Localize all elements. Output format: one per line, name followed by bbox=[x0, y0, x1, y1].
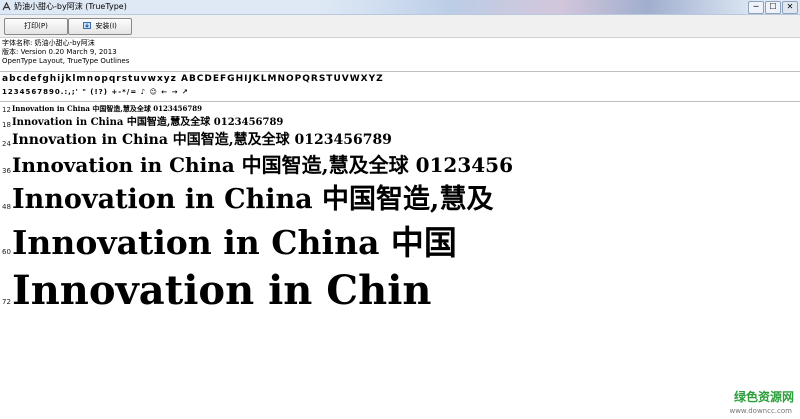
install-button-label: 安装(I) bbox=[95, 22, 117, 30]
sample-size-label: 36 bbox=[2, 167, 11, 175]
charset-line-2-text: 1234567890.:,;' " (!?) +-*/= bbox=[2, 88, 138, 96]
sample-row: Innovation in China 中国智造,慧及全球 0123456789 bbox=[12, 117, 284, 128]
install-button[interactable]: 安装(I) bbox=[68, 18, 132, 35]
sample-size-label: 12 bbox=[2, 106, 11, 115]
divider bbox=[0, 71, 800, 72]
charset-line-1: abcdefghijklmnopqrstuvwxyz ABCDEFGHIJKLM… bbox=[2, 74, 384, 84]
window-controls: ─ ☐ ✕ bbox=[748, 1, 798, 14]
font-version-line: 版本: Version 0.20 March 9, 2013 bbox=[2, 48, 117, 56]
minimize-button[interactable]: ─ bbox=[748, 1, 764, 14]
title-bar: 奶油小甜心-by阿沫 (TrueType) ─ ☐ ✕ bbox=[0, 0, 800, 15]
charset-line-2: 1234567890.:,;' " (!?) +-*/= ♪ ☺ ← → ↗ bbox=[2, 88, 798, 96]
print-button[interactable]: 打印(P) bbox=[4, 18, 68, 35]
font-type-line: OpenType Layout, TrueType Outlines bbox=[2, 57, 130, 65]
sample-row: Innovation in China 中国智造,慧及全球 0123456 bbox=[12, 153, 513, 177]
blurred-background bbox=[318, 0, 758, 14]
sample-row: Innovation in Chin bbox=[12, 267, 432, 314]
sample-size-label: 24 bbox=[2, 139, 11, 148]
maximize-button[interactable]: ☐ bbox=[765, 1, 781, 14]
close-button[interactable]: ✕ bbox=[782, 1, 798, 14]
font-file-icon bbox=[2, 2, 11, 11]
charset-line-2-symbols: ♪ ☺ ← → ↗ bbox=[140, 88, 189, 96]
print-button-label: 打印(P) bbox=[24, 22, 48, 30]
install-icon bbox=[83, 22, 92, 29]
sample-row: Innovation in China 中国智造,慧及 bbox=[12, 184, 494, 215]
sample-row: Innovation in China 中国 bbox=[12, 223, 457, 262]
sample-size-label: 60 bbox=[2, 247, 11, 256]
sample-row: Innovation in China 中国智造,慧及全球 0123456789 bbox=[12, 132, 392, 148]
divider bbox=[0, 101, 800, 102]
toolbar: 打印(P) 安装(I) bbox=[0, 15, 800, 38]
window-title: 奶油小甜心-by阿沫 (TrueType) bbox=[14, 2, 127, 11]
font-info: 字体名称: 奶油小甜心-by阿沫 版本: Version 0.20 March … bbox=[2, 39, 129, 66]
sample-row: Innovation in China 中国智造,慧及全球 0123456789 bbox=[12, 104, 202, 113]
watermark-brand: 绿色资源网 bbox=[733, 390, 794, 404]
sample-size-label: 72 bbox=[2, 298, 11, 306]
sample-size-label: 18 bbox=[2, 121, 11, 129]
sample-size-label: 48 bbox=[2, 203, 11, 212]
font-name-line: 字体名称: 奶油小甜心-by阿沫 bbox=[2, 39, 95, 47]
watermark-url: www.downcc.com bbox=[729, 407, 792, 415]
